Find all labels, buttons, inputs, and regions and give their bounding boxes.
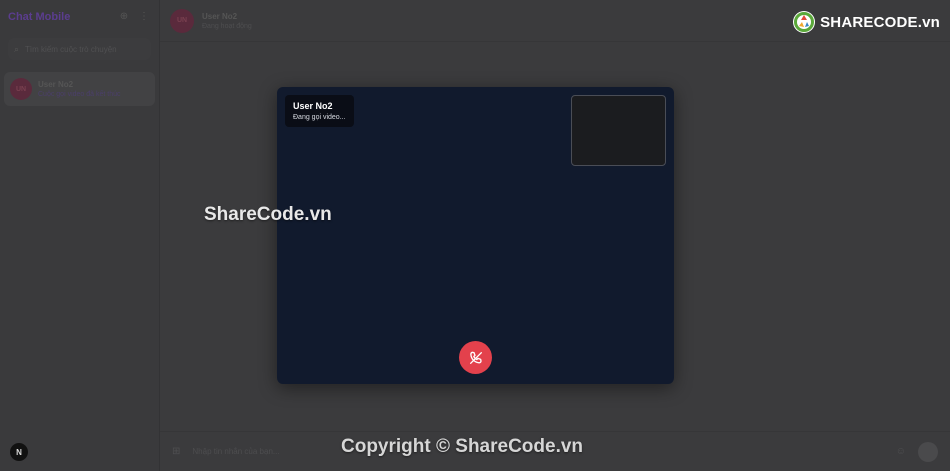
next-badge[interactable]: N	[10, 443, 28, 461]
logo-text: SHARECODE.vn	[820, 13, 940, 31]
sidebar-search: ⌕	[8, 38, 151, 60]
sidebar-header: Chat Mobile ⊕ ⋮	[0, 0, 159, 34]
sharecode-logo: SHARECODE.vn	[792, 10, 940, 34]
video-call-modal: User No2 Đang gọi video...	[277, 87, 674, 384]
end-call-button[interactable]	[459, 341, 492, 374]
emoji-icon[interactable]: ☺	[896, 446, 906, 457]
phone-hangup-icon	[469, 351, 482, 364]
watermark-copyright: Copyright © ShareCode.vn	[341, 436, 584, 457]
avatar: UN	[10, 78, 32, 100]
conversation-name: User No2	[38, 80, 74, 89]
send-button[interactable]	[918, 441, 938, 462]
avatar: UN	[170, 8, 194, 33]
call-status: Đang gọi video...	[293, 114, 346, 121]
watermark-center: ShareCode.vn	[204, 204, 332, 225]
caller-info: User No2 Đang gọi video...	[285, 95, 354, 127]
more-icon[interactable]: ⋮	[137, 10, 151, 24]
local-video-preview	[571, 95, 666, 166]
sidebar: Chat Mobile ⊕ ⋮ ⌕ UN User No2 Cuộc gọi v…	[0, 0, 160, 471]
conversation-text: User No2 Cuộc gọi video đã kết thúc	[38, 80, 121, 98]
app-brand: Chat Mobile	[8, 11, 71, 23]
caller-name: User No2	[293, 101, 333, 111]
chat-contact-status: Đang hoạt động	[202, 22, 252, 30]
recycle-logo-icon	[793, 11, 816, 33]
new-chat-icon[interactable]: ⊕	[117, 10, 131, 24]
conversation-preview: Cuộc gọi video đã kết thúc	[38, 91, 121, 98]
attach-icon[interactable]: ⊞	[172, 446, 180, 457]
search-icon: ⌕	[14, 43, 20, 54]
conversation-item[interactable]: UN User No2 Cuộc gọi video đã kết thúc	[4, 72, 155, 106]
chat-contact-name: User No2	[202, 11, 238, 21]
search-input[interactable]	[25, 44, 145, 54]
chat-header-text: User No2 Đang hoạt động	[202, 12, 252, 30]
